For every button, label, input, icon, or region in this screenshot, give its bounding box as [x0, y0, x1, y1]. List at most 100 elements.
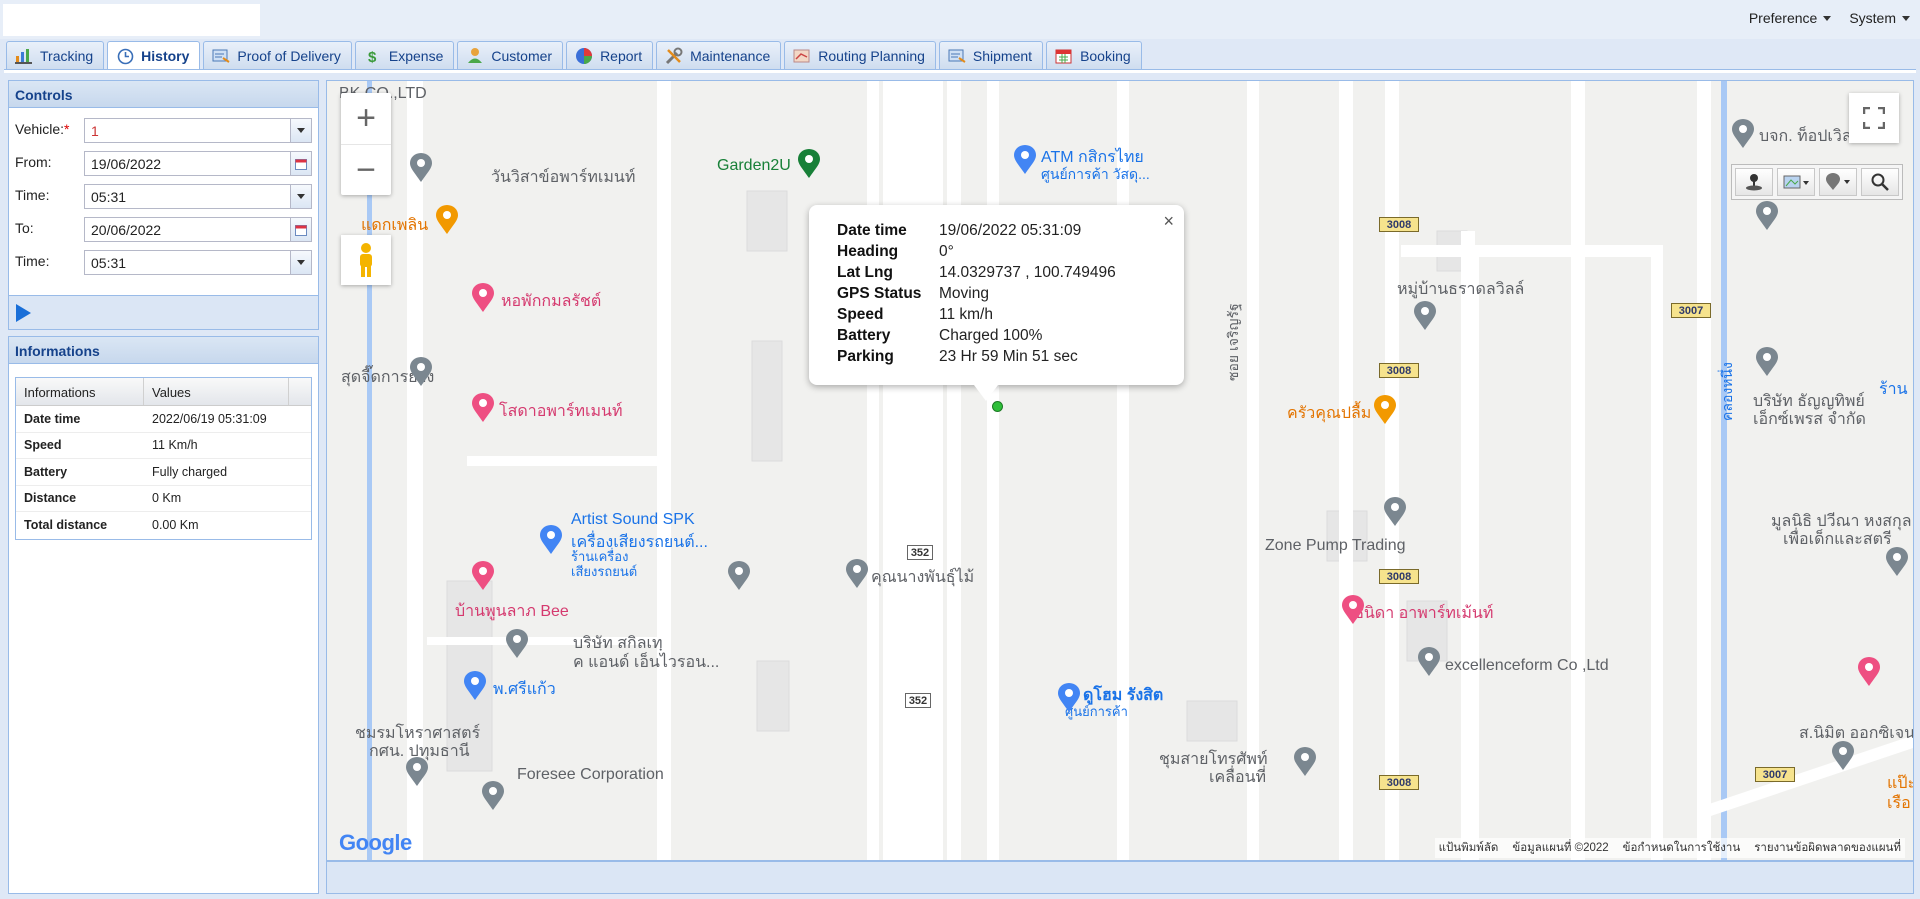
hotel-pin-icon[interactable] [1341, 595, 1365, 625]
tab-history[interactable]: History [107, 41, 200, 70]
tab-customer[interactable]: Customer [457, 41, 563, 69]
row-value: 0.00 Km [144, 518, 199, 532]
popup-value: 23 Hr 59 Min 51 sec [939, 346, 1116, 367]
from-time-select[interactable]: 05:31 [84, 184, 312, 209]
road-shield: 352 [907, 545, 933, 560]
atm-pin-icon[interactable] [1013, 145, 1037, 175]
tab-booking[interactable]: Booking [1046, 41, 1142, 69]
map-pin-icon[interactable] [1413, 301, 1437, 331]
hotel-pin-icon[interactable] [471, 283, 495, 313]
report-error-link[interactable]: รายงานข้อผิดพลาดของแผนที่ [1754, 839, 1901, 857]
hotel-pin-icon[interactable] [471, 393, 495, 423]
restaurant-pin-icon[interactable] [435, 205, 459, 235]
track-icon[interactable] [1735, 168, 1773, 196]
map-type-icon[interactable] [1777, 168, 1815, 196]
map-pin-icon[interactable] [405, 757, 429, 787]
map-roads [327, 81, 1914, 861]
tab-expense[interactable]: $ Expense [355, 41, 454, 69]
table-row[interactable]: Speed11 Km/h [16, 433, 311, 460]
shopping-pin-icon[interactable] [1057, 683, 1081, 713]
playback-bar [9, 295, 318, 329]
terms-link[interactable]: ข้อกำหนดในการใช้งาน [1623, 839, 1741, 857]
table-row[interactable]: Distance0 Km [16, 486, 311, 513]
hotel-pin-icon[interactable] [471, 561, 495, 591]
map-label: เพื่อเด็กและสตรี [1783, 527, 1892, 552]
popup-row: BatteryCharged 100% [837, 325, 1116, 346]
map-pin-icon[interactable] [1417, 647, 1441, 677]
chevron-down-icon[interactable] [290, 185, 311, 208]
from-date-field[interactable]: 19/06/2022 [84, 151, 312, 176]
tab-report[interactable]: Report [566, 41, 653, 69]
chevron-down-icon[interactable] [290, 251, 311, 274]
system-menu[interactable]: System [1849, 10, 1910, 26]
fullscreen-button[interactable] [1849, 93, 1899, 143]
close-icon[interactable]: × [1163, 211, 1174, 232]
marker-icon[interactable] [1819, 168, 1857, 196]
hotel-pin-icon[interactable] [1857, 657, 1881, 687]
calendar-icon [1055, 47, 1073, 65]
tab-maintenance[interactable]: Maintenance [656, 41, 781, 69]
map-view[interactable]: BK CO.,LTD Garden2U ATM กสิกรไทย ศูนย์กา… [326, 80, 1914, 861]
table-row[interactable]: Date time2022/06/19 05:31:09 [16, 406, 311, 433]
map-pin-icon[interactable] [409, 357, 433, 387]
vehicle-label-text: Vehicle: [15, 121, 64, 137]
to-time-select[interactable]: 05:31 [84, 250, 312, 275]
popup-row: Speed11 km/h [837, 304, 1116, 325]
map-pin-icon[interactable] [1383, 497, 1407, 527]
keyboard-shortcuts-link[interactable]: แป้นพิมพ์ลัด [1439, 839, 1499, 857]
table-row[interactable]: Total distance0.00 Km [16, 512, 311, 539]
vehicle-marker-icon[interactable] [992, 401, 1003, 412]
calendar-icon[interactable] [290, 218, 311, 241]
play-icon[interactable] [16, 304, 31, 322]
pie-chart-icon [575, 47, 593, 65]
vehicle-select[interactable]: 1 [84, 118, 312, 143]
informations-header: Informations [9, 337, 318, 364]
map-pin-icon[interactable] [845, 559, 869, 589]
map-label: หมู่บ้านธราดลวิลล์ [1397, 277, 1524, 302]
tab-shipment[interactable]: Shipment [939, 41, 1043, 69]
table-row[interactable]: BatteryFully charged [16, 459, 311, 486]
calendar-icon[interactable] [290, 152, 311, 175]
garden-pin-icon[interactable] [797, 149, 821, 179]
map-label: หอพักกมลรัชต์ [501, 289, 601, 314]
map-pin-icon[interactable] [1731, 119, 1755, 149]
street-view-pegman-icon[interactable] [341, 235, 391, 285]
map-pin-icon[interactable] [409, 153, 433, 183]
search-icon[interactable] [1861, 168, 1899, 196]
map-pin-icon[interactable] [505, 629, 529, 659]
shopping-pin-icon[interactable] [463, 671, 487, 701]
tab-proof-of-delivery[interactable]: Proof of Delivery [203, 41, 351, 69]
to-date-field[interactable]: 20/06/2022 [84, 217, 312, 242]
preference-menu[interactable]: Preference [1749, 10, 1831, 26]
tab-routing-planning[interactable]: Routing Planning [784, 41, 936, 69]
map-label: คุณนางพันธุ์ไม้ [871, 565, 974, 590]
popup-key: Speed [837, 304, 939, 325]
from-date-value: 19/06/2022 [91, 156, 161, 172]
restaurant-pin-icon[interactable] [1373, 395, 1397, 425]
routing-icon [793, 47, 811, 65]
row-value: 2022/06/19 05:31:09 [144, 412, 267, 426]
row-key: Speed [16, 438, 144, 452]
map-pin-icon[interactable] [481, 781, 505, 811]
column-header-values[interactable]: Values [144, 378, 289, 405]
road-shield: 3008 [1379, 217, 1419, 232]
shopping-pin-icon[interactable] [539, 525, 563, 555]
tab-tracking[interactable]: Tracking [6, 41, 104, 69]
map-pin-icon[interactable] [1293, 747, 1317, 777]
chevron-down-icon[interactable] [290, 119, 311, 142]
tools-icon [665, 47, 683, 65]
controls-header: Controls [9, 81, 318, 108]
map-label: ร้าน [1879, 377, 1908, 402]
map-pin-icon[interactable] [1885, 547, 1909, 577]
map-pin-icon[interactable] [727, 561, 751, 591]
zoom-in-button[interactable]: + [341, 93, 391, 144]
vehicle-value: 1 [91, 123, 99, 139]
popup-key: Lat Lng [837, 262, 939, 283]
map-pin-icon[interactable] [1755, 347, 1779, 377]
map-pin-icon[interactable] [1755, 201, 1779, 231]
column-header-informations[interactable]: Informations [16, 378, 144, 405]
time1-label: Time: [15, 187, 85, 203]
popup-key: Date time [837, 220, 939, 241]
zoom-out-button[interactable]: − [341, 144, 391, 195]
map-pin-icon[interactable] [1831, 741, 1855, 771]
